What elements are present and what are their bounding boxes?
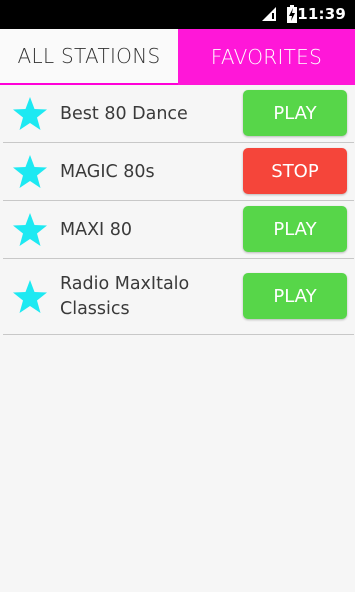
station-row: MAGIC 80s STOP bbox=[3, 143, 354, 201]
play-button[interactable]: PLAY bbox=[243, 206, 347, 252]
play-button[interactable]: PLAY bbox=[243, 90, 347, 136]
favorite-star-icon[interactable] bbox=[12, 154, 48, 190]
signal-icon bbox=[262, 7, 276, 21]
favorite-star-icon[interactable] bbox=[12, 96, 48, 132]
tab-all-stations[interactable]: ALL STATIONS bbox=[0, 29, 178, 85]
clock: 11:39 bbox=[297, 5, 346, 23]
play-button[interactable]: PLAY bbox=[243, 273, 347, 319]
stop-button[interactable]: STOP bbox=[243, 148, 347, 194]
battery-charging-icon bbox=[287, 5, 297, 23]
status-bar: 11:39 bbox=[0, 0, 355, 29]
favorite-star-icon[interactable] bbox=[12, 279, 48, 315]
station-name: MAGIC 80s bbox=[60, 162, 155, 182]
station-name-line-1: Radio MaxItalo bbox=[60, 274, 190, 294]
station-row: Radio MaxItalo Classics PLAY bbox=[3, 259, 354, 335]
favorite-star-icon[interactable] bbox=[12, 212, 48, 248]
tab-bar: ALL STATIONS FAVORITES bbox=[0, 29, 355, 85]
station-name-line-2: Classics bbox=[60, 299, 130, 319]
tab-favorites[interactable]: FAVORITES bbox=[178, 29, 355, 85]
station-name: MAXI 80 bbox=[60, 220, 133, 240]
station-name: Best 80 Dance bbox=[60, 104, 188, 124]
station-row: MAXI 80 PLAY bbox=[3, 201, 354, 259]
station-row: Best 80 Dance PLAY bbox=[3, 85, 354, 143]
